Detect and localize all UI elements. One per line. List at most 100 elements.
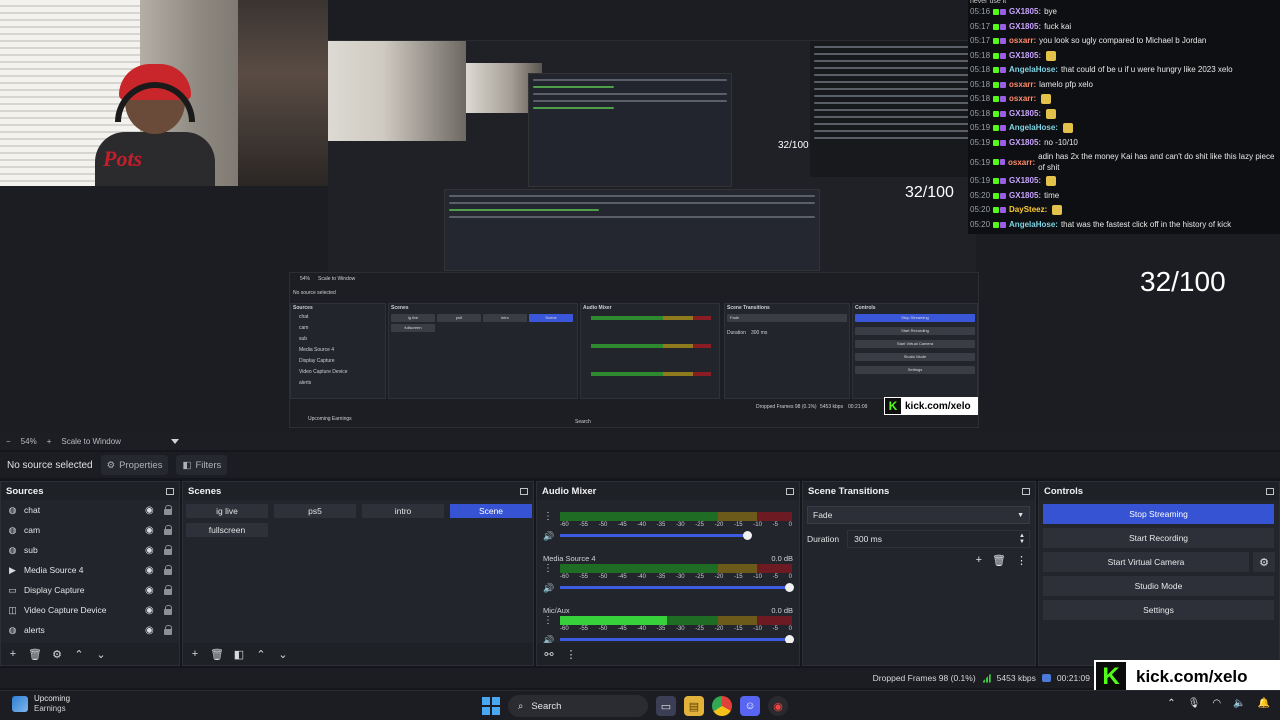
zoom-in-button[interactable]: +	[47, 437, 52, 446]
chat-message: 05:20 AngelaHose: that was the fastest cli…	[970, 218, 1276, 233]
volume-icon[interactable]: 🔈	[1233, 698, 1245, 709]
lock-icon[interactable]	[163, 625, 173, 635]
trash-icon[interactable]: 🗑	[28, 648, 42, 661]
filter-icon[interactable]: ◧	[233, 648, 245, 661]
visibility-eye-icon[interactable]: ◉	[145, 565, 157, 576]
source-name: chat	[24, 505, 41, 515]
trash-icon[interactable]: 🗑	[992, 554, 1006, 567]
lock-icon[interactable]	[163, 545, 173, 555]
nested-transitions: Scene Transitions Fade Duration 300 ms	[724, 303, 850, 399]
undock-icon[interactable]	[520, 487, 528, 495]
chat-timestamp: 05:18	[970, 94, 991, 103]
more-options-icon[interactable]: ⋮	[1016, 554, 1027, 567]
speaker-icon[interactable]: 🔊	[543, 531, 554, 542]
speaker-icon[interactable]: 🔊	[543, 583, 554, 594]
microphone-icon[interactable]: 🎙	[1188, 698, 1201, 709]
chat-timestamp: 05:20	[970, 219, 991, 229]
start-recording-button[interactable]: Start Recording	[1043, 528, 1274, 548]
add-source-button[interactable]: +	[7, 648, 19, 660]
add-scene-button[interactable]: +	[189, 648, 201, 660]
virtual-camera-row: Start Virtual Camera ⚙	[1039, 548, 1279, 572]
chat-username: GX1805:	[1009, 108, 1042, 118]
wifi-icon[interactable]: ◠	[1212, 698, 1221, 709]
undock-icon[interactable]	[1266, 487, 1274, 495]
volume-slider-handle[interactable]	[785, 583, 794, 592]
move-up-icon[interactable]: ⌃	[73, 648, 85, 661]
lock-icon[interactable]	[163, 525, 173, 535]
lock-icon[interactable]	[163, 605, 173, 615]
scene-button[interactable]: intro	[362, 504, 444, 518]
gear-icon[interactable]: ⚙	[1253, 552, 1275, 572]
scene-button[interactable]: ps5	[274, 504, 356, 518]
notification-bell-icon[interactable]: 🔔	[1258, 698, 1270, 709]
source-item[interactable]: ◍ chat ◉	[1, 500, 179, 520]
visibility-eye-icon[interactable]: ◉	[145, 525, 157, 536]
discord-icon[interactable]: ☺	[740, 696, 760, 716]
volume-slider[interactable]	[560, 583, 794, 592]
scale-mode[interactable]: Scale to Window	[61, 437, 121, 446]
settings-button[interactable]: Settings	[1043, 600, 1274, 620]
add-transition-button[interactable]: +	[976, 554, 982, 567]
channel-menu-icon[interactable]: ⋮	[543, 564, 553, 574]
file-explorer-icon[interactable]: ▤	[684, 696, 704, 716]
meter-tick-label: -20	[714, 574, 724, 580]
channel-db: 0.0 dB	[771, 606, 793, 615]
studio-mode-button[interactable]: Studio Mode	[1043, 576, 1274, 596]
link-icon[interactable]: ⚯	[543, 648, 555, 661]
visibility-eye-icon[interactable]: ◉	[145, 545, 157, 556]
task-view-icon[interactable]: ▭	[656, 696, 676, 716]
undock-icon[interactable]	[166, 487, 174, 495]
visibility-eye-icon[interactable]: ◉	[145, 505, 157, 516]
trash-icon[interactable]: 🗑	[210, 648, 224, 661]
duration-row: Duration 300 ms ▲ ▼	[807, 530, 1030, 548]
widgets-button[interactable]: Upcoming Earnings	[12, 694, 70, 714]
volume-slider[interactable]	[560, 531, 753, 540]
source-item[interactable]: ◫ Video Capture Device ◉	[1, 600, 179, 620]
undock-icon[interactable]	[786, 487, 794, 495]
volume-slider[interactable]	[560, 635, 794, 644]
meter-tick-label: -35	[656, 626, 666, 632]
filters-button[interactable]: ◧ Filters	[176, 455, 228, 475]
channel-menu-icon[interactable]: ⋮	[543, 512, 553, 522]
start-virtual-camera-button[interactable]: Start Virtual Camera	[1043, 552, 1249, 572]
visibility-eye-icon[interactable]: ◉	[145, 585, 157, 596]
scenes-grid: ig live ps5 intro Scene fullscreen	[183, 500, 533, 541]
obs-icon[interactable]: ◉	[768, 696, 788, 716]
windows-start-icon[interactable]	[482, 697, 500, 715]
nested-zoom: 54%	[300, 276, 311, 282]
visibility-eye-icon[interactable]: ◉	[145, 605, 157, 616]
move-down-icon[interactable]: ⌄	[277, 648, 289, 661]
source-item[interactable]: ◍ alerts ◉	[1, 620, 179, 640]
scene-button[interactable]: ig live	[186, 504, 268, 518]
chevron-up-icon[interactable]: ⌃	[1167, 698, 1175, 709]
move-up-icon[interactable]: ⌃	[255, 648, 267, 661]
chevron-down-icon[interactable]	[170, 439, 179, 444]
properties-button[interactable]: ⚙ Properties	[100, 455, 169, 475]
scene-button[interactable]: Scene	[450, 504, 532, 518]
source-item[interactable]: ◍ cam ◉	[1, 520, 179, 540]
lock-icon[interactable]	[163, 585, 173, 595]
transition-select[interactable]: Fade ▼	[807, 506, 1030, 524]
scene-button[interactable]: fullscreen	[186, 523, 268, 537]
source-item[interactable]: ◍ sub ◉	[1, 540, 179, 560]
source-item[interactable]: ▶ Media Source 4 ◉	[1, 560, 179, 580]
source-item[interactable]: ▭ Display Capture ◉	[1, 580, 179, 600]
move-down-icon[interactable]: ⌄	[95, 648, 107, 661]
more-options-icon[interactable]: ⋮	[565, 648, 577, 661]
chrome-icon[interactable]	[712, 696, 732, 716]
lock-icon[interactable]	[163, 505, 173, 515]
channel-menu-icon[interactable]: ⋮	[543, 616, 553, 626]
chat-text: that was the fastest click off in the hi…	[1060, 219, 1232, 229]
stop-streaming-button[interactable]: Stop Streaming	[1043, 504, 1274, 524]
source-settings-gear-icon[interactable]: ⚙	[51, 648, 63, 661]
duration-spinbox[interactable]: 300 ms ▲ ▼	[847, 530, 1030, 548]
taskbar-search[interactable]: ⌕ Search	[508, 695, 648, 717]
undock-icon[interactable]	[1022, 487, 1030, 495]
mixer-title: Audio Mixer	[542, 485, 597, 497]
lock-icon[interactable]	[163, 565, 173, 575]
zoom-out-button[interactable]: −	[6, 437, 11, 446]
sub-badge-icon	[993, 221, 1000, 228]
spin-arrows-icon[interactable]: ▲ ▼	[1019, 533, 1025, 545]
visibility-eye-icon[interactable]: ◉	[145, 625, 157, 636]
volume-slider-handle[interactable]	[743, 531, 753, 540]
